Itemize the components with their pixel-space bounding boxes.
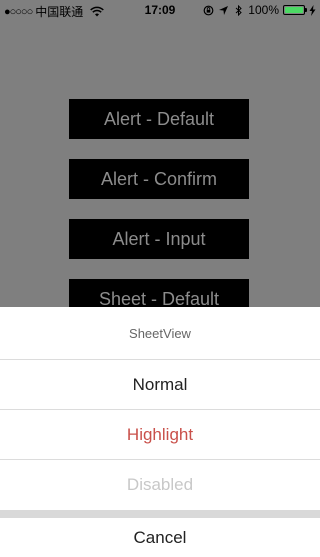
battery-tip bbox=[305, 8, 307, 12]
rotation-lock-icon bbox=[203, 5, 214, 15]
sheet-title: SheetView bbox=[0, 307, 320, 360]
alert-input-button[interactable]: Alert - Input bbox=[69, 219, 249, 259]
bluetooth-icon bbox=[235, 4, 243, 16]
action-sheet: SheetView Normal Highlight Disabled Canc… bbox=[0, 307, 320, 557]
charging-icon bbox=[309, 4, 316, 16]
location-icon bbox=[219, 5, 229, 15]
battery-level bbox=[285, 7, 303, 13]
alert-default-button[interactable]: Alert - Default bbox=[69, 99, 249, 139]
alert-confirm-button[interactable]: Alert - Confirm bbox=[69, 159, 249, 199]
sheet-item-highlight[interactable]: Highlight bbox=[0, 410, 320, 460]
battery-percent: 100% bbox=[248, 3, 279, 17]
sheet-separator bbox=[0, 510, 320, 518]
status-bar: ●○○○○ 中国联通 17:09 100% bbox=[0, 0, 320, 20]
battery-icon bbox=[283, 5, 307, 15]
sheet-item-disabled: Disabled bbox=[126, 475, 194, 494]
cancel-button[interactable]: Cancel bbox=[0, 518, 320, 557]
sheet-item-normal[interactable]: Normal bbox=[0, 360, 320, 410]
status-right: 100% bbox=[203, 3, 316, 17]
app-screen: ●○○○○ 中国联通 17:09 100% Alert - Default Al… bbox=[0, 0, 320, 557]
